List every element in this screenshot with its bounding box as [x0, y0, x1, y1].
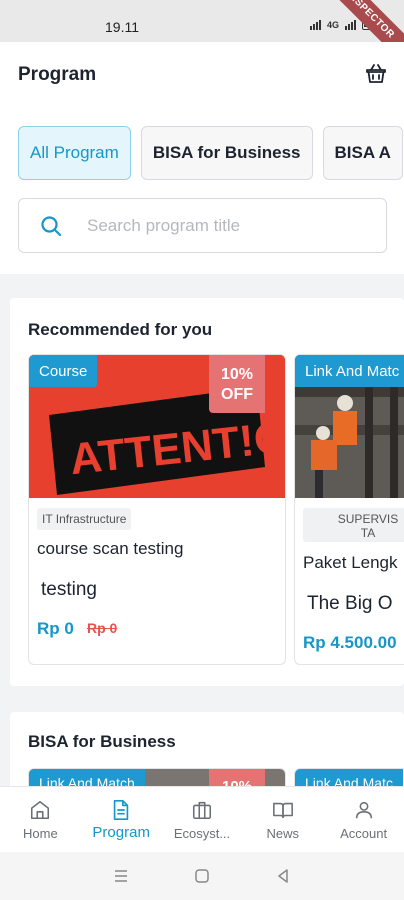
business-title: BISA for Business — [28, 732, 176, 751]
nav-account[interactable]: Account — [323, 787, 404, 852]
nav-program-label: Program — [92, 824, 150, 841]
home-icon — [31, 800, 50, 820]
nav-program[interactable]: Program — [81, 787, 162, 852]
back-icon[interactable] — [275, 868, 291, 884]
nav-news-label: News — [266, 826, 300, 841]
program-title: course scan testing — [37, 539, 184, 558]
document-icon — [113, 800, 129, 820]
chip-bisa-for-business[interactable]: BISA for Business — [140, 126, 313, 180]
program-description: The Big O — [307, 593, 393, 614]
search-placeholder: Search program title — [87, 216, 241, 235]
program-card[interactable]: ATTENT!ON Course 10% OFF IT Infrastructur… — [28, 354, 286, 665]
recommended-title: Recommended for you — [28, 320, 213, 339]
program-price: Rp 0 — [37, 619, 74, 638]
network-label: 4G — [326, 19, 339, 30]
original-price: Rp 0 — [87, 620, 118, 636]
recommended-section: Recommended for you ATTENT!ON Course 10%… — [10, 298, 404, 686]
program-card[interactable]: Link And Matc SUPERVIS TA Paket Lengk The… — [294, 354, 404, 665]
home-button-icon[interactable] — [194, 868, 210, 884]
search-icon — [41, 216, 62, 237]
nav-home[interactable]: Home — [0, 787, 81, 852]
program-type-badge: Link And Matc — [295, 355, 404, 387]
nav-news[interactable]: News — [242, 787, 323, 852]
chip-all-program[interactable]: All Program — [18, 126, 131, 180]
program-title: Paket Lengk — [303, 553, 398, 572]
system-navigation — [0, 852, 404, 900]
discount-badge: 10% OFF — [209, 355, 265, 413]
program-price: Rp 4.500.00 — [303, 633, 397, 652]
search-input[interactable]: Search program title — [18, 198, 387, 253]
status-bar: 19.11 4G INSPECTOR — [0, 0, 404, 73]
filter-chips: All Program BISA for Business BISA A — [18, 126, 403, 180]
nav-ecosystem[interactable]: Ecosyst... — [162, 787, 243, 852]
basket-icon[interactable] — [364, 62, 388, 86]
bottom-navigation: Home Program Ecosyst... News Account — [0, 786, 404, 852]
briefcase-icon — [192, 801, 212, 820]
book-icon — [272, 802, 293, 819]
chip-bisa-a[interactable]: BISA A — [322, 126, 403, 180]
user-icon — [355, 801, 372, 819]
program-description: testing — [41, 579, 97, 600]
program-type-badge: Course — [29, 355, 98, 387]
signal-icon-2 — [345, 20, 356, 30]
nav-ecosystem-label: Ecosyst... — [173, 826, 231, 841]
nav-home-label: Home — [23, 826, 58, 841]
category-tag: SUPERVIS TA — [303, 508, 404, 542]
nav-account-label: Account — [340, 826, 388, 841]
app-header: Program — [0, 42, 404, 104]
category-tag: IT Infrastructure — [37, 508, 132, 530]
status-time: 19.11 — [105, 19, 139, 35]
page-title: Program — [18, 64, 97, 85]
signal-icon — [309, 20, 321, 30]
recents-icon[interactable] — [113, 868, 129, 884]
